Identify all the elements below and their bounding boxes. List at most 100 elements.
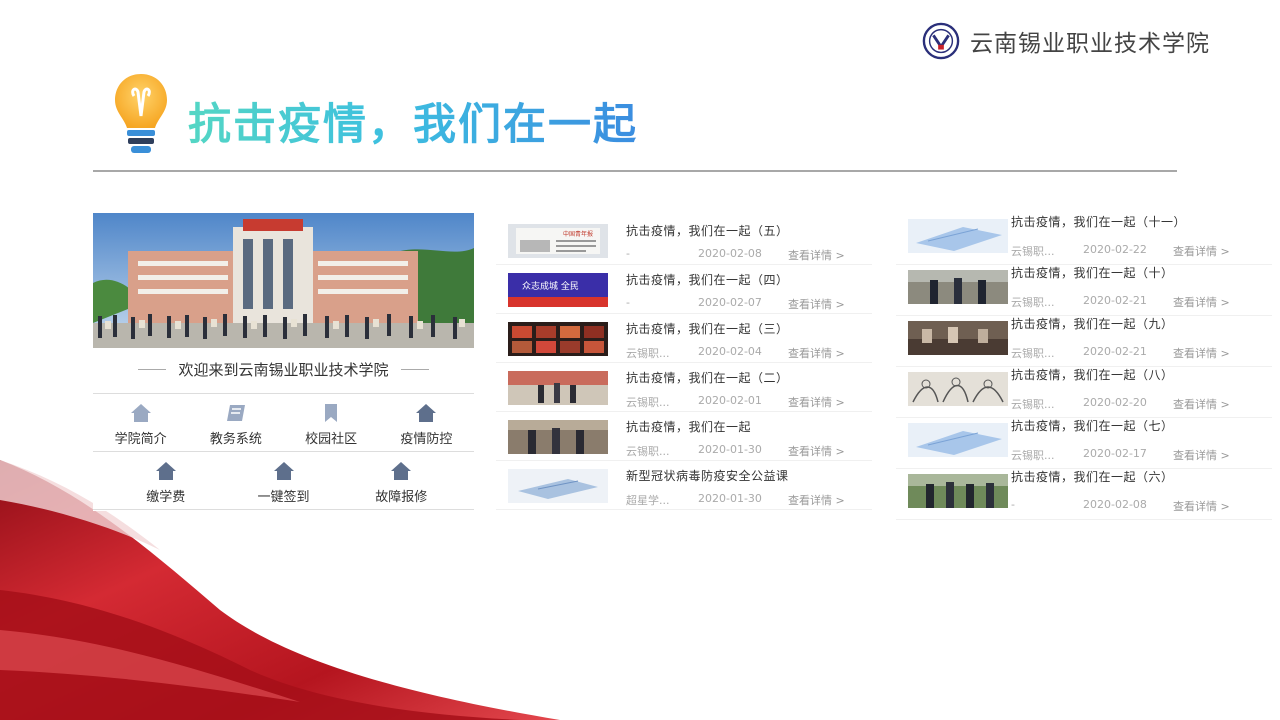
bookmark-icon [325,404,338,422]
quick-menu-row-1: 学院简介 教务系统 校园社区 疫情防控 [93,403,474,447]
school-seal-icon [922,22,960,60]
welcome-banner: 欢迎来到云南锡业职业技术学院 [93,359,474,380]
news-date: 2020-01-30 [698,492,762,505]
home-icon [273,462,294,480]
divider [93,509,474,510]
news-item[interactable]: 中国青年报 抗击疫情，我们在一起（五） - 2020-02-08 查看详情 > [496,216,872,265]
view-details-link[interactable]: 查看详情 > [788,394,845,410]
news-thumbnail [908,372,1008,406]
news-source: 超星学... [626,494,670,507]
news-item[interactable]: 抗击疫情，我们在一起（九） 云锡职... 2020-02-21 查看详情 > [896,316,1272,367]
news-thumbnail [508,371,608,405]
menu-one-click-checkin[interactable]: 一键签到 [239,461,329,505]
welcome-dash-right [400,369,429,370]
quick-menu-row-2: 缴学费 一键签到 故障报修 [93,461,474,505]
menu-label: 一键签到 [257,490,310,505]
home-icon [155,462,176,480]
school-logo: 云南锡业职业技术学院 [922,22,1210,60]
news-item[interactable]: 新型冠状病毒防疫安全公益课 超星学... 2020-01-30 查看详情 > [496,461,872,510]
news-item[interactable]: 抗击疫情，我们在一起（三） 云锡职... 2020-02-04 查看详情 > [496,314,872,363]
news-date: 2020-02-20 [1083,396,1147,409]
welcome-text: 欢迎来到云南锡业职业技术学院 [178,361,389,379]
news-item[interactable]: 抗击疫情，我们在一起（十） 云锡职... 2020-02-21 查看详情 > [896,265,1272,316]
menu-academic-system[interactable]: 教务系统 [191,403,281,447]
menu-label: 学院简介 [114,432,167,447]
news-title: 抗击疫情，我们在一起（十） [1011,266,1174,280]
news-source: 云锡职... [626,396,670,409]
news-date: 2020-02-21 [1083,345,1147,358]
news-source: 云锡职... [626,347,670,360]
menu-label: 缴学费 [146,490,186,505]
news-list-left: 中国青年报 抗击疫情，我们在一起（五） - 2020-02-08 查看详情 > … [496,216,872,510]
school-name: 云南锡业职业技术学院 [970,31,1210,57]
news-title: 抗击疫情，我们在一起（二） [626,371,789,385]
news-title: 抗击疫情，我们在一起（三） [626,322,789,336]
news-source: - [626,296,630,309]
news-date: 2020-01-30 [698,443,762,456]
page-title: 抗击疫情，我们在一起 [188,90,638,152]
news-title: 抗击疫情，我们在一起（七） [1011,419,1174,433]
news-title: 新型冠状病毒防疫安全公益课 [626,469,789,483]
menu-college-intro[interactable]: 学院简介 [96,403,186,447]
campus-photo [93,213,474,348]
news-item[interactable]: 抗击疫情，我们在一起 云锡职... 2020-01-30 查看详情 > [496,412,872,461]
news-item[interactable]: 众志成城 全民 抗击疫情，我们在一起（四） - 2020-02-07 查看详情 … [496,265,872,314]
menu-label: 疫情防控 [400,432,453,447]
thumb-text: 中国青年报 [563,230,593,238]
news-title: 抗击疫情，我们在一起（八） [1011,368,1174,382]
news-thumbnail [908,219,1008,253]
home-icon [130,404,151,422]
divider [93,393,474,394]
view-details-link[interactable]: 查看详情 > [1173,243,1230,259]
news-date: 2020-02-07 [698,296,762,309]
view-details-link[interactable]: 查看详情 > [1173,294,1230,310]
home-icon [416,404,437,422]
view-details-link[interactable]: 查看详情 > [788,296,845,312]
news-title: 抗击疫情，我们在一起（九） [1011,317,1174,331]
news-thumbnail: 众志成城 全民 [508,273,608,307]
news-thumbnail [508,322,608,356]
title-divider [93,170,1177,172]
news-date: 2020-02-17 [1083,447,1147,460]
news-title: 抗击疫情，我们在一起 [626,420,752,434]
menu-pay-tuition[interactable]: 缴学费 [121,461,211,505]
news-thumbnail [908,270,1008,304]
news-date: 2020-02-08 [1083,498,1147,511]
news-thumbnail [908,423,1008,457]
menu-label: 校园社区 [305,432,358,447]
view-details-link[interactable]: 查看详情 > [788,443,845,459]
news-item[interactable]: 抗击疫情，我们在一起（八） 云锡职... 2020-02-20 查看详情 > [896,367,1272,418]
view-details-link[interactable]: 查看详情 > [1173,396,1230,412]
news-item[interactable]: 抗击疫情，我们在一起（六） - 2020-02-08 查看详情 > [896,469,1272,520]
news-item[interactable]: 抗击疫情，我们在一起（二） 云锡职... 2020-02-01 查看详情 > [496,363,872,412]
menu-fault-report[interactable]: 故障报修 [356,461,446,505]
view-details-link[interactable]: 查看详情 > [1173,345,1230,361]
news-source: 云锡职... [626,445,670,458]
view-details-link[interactable]: 查看详情 > [788,492,845,508]
news-title: 抗击疫情，我们在一起（五） [626,224,789,238]
news-item[interactable]: 抗击疫情，我们在一起（十一） 云锡职... 2020-02-22 查看详情 > [896,214,1272,265]
news-thumbnail [908,321,1008,355]
news-source: 云锡职... [1011,245,1055,258]
news-date: 2020-02-08 [698,247,762,260]
news-source: 云锡职... [1011,347,1055,360]
menu-campus-community[interactable]: 校园社区 [286,403,376,447]
lightbulb-icon [115,74,167,153]
news-title: 抗击疫情，我们在一起（四） [626,273,789,287]
news-title: 抗击疫情，我们在一起（六） [1011,470,1174,484]
news-date: 2020-02-22 [1083,243,1147,256]
news-item[interactable]: 抗击疫情，我们在一起（七） 云锡职... 2020-02-17 查看详情 > [896,418,1272,469]
menu-label: 故障报修 [375,490,428,505]
view-details-link[interactable]: 查看详情 > [788,247,845,263]
news-source: 云锡职... [1011,296,1055,309]
divider [93,451,474,452]
menu-epidemic-control[interactable]: 疫情防控 [381,403,471,447]
welcome-dash-left [138,369,167,370]
view-details-link[interactable]: 查看详情 > [788,345,845,361]
news-date: 2020-02-04 [698,345,762,358]
news-thumbnail [508,420,608,454]
news-source: 云锡职... [1011,449,1055,462]
view-details-link[interactable]: 查看详情 > [1173,447,1230,463]
view-details-link[interactable]: 查看详情 > [1173,498,1230,514]
portal-panel: 欢迎来到云南锡业职业技术学院 学院简介 教务系统 校园社区 疫情防控 缴学费 一 [93,213,474,511]
